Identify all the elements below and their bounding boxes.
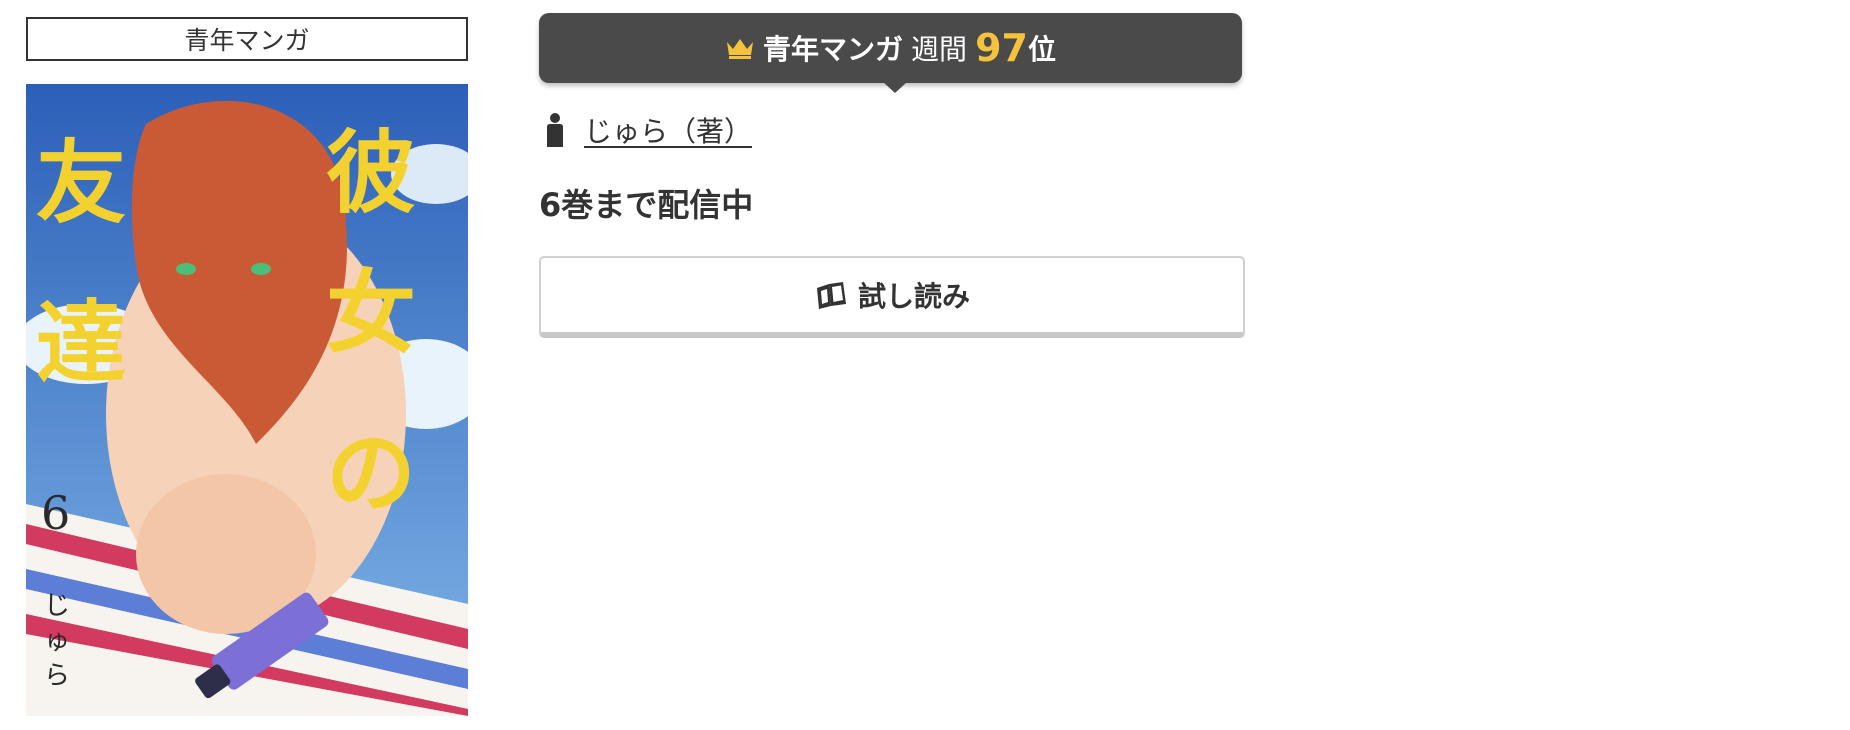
svg-text:彼: 彼 xyxy=(326,121,416,226)
book-cover-image[interactable]: 彼 女 の 友 達 6 じ ゅ ら xyxy=(26,84,468,716)
ranking-period: 週間 xyxy=(911,33,968,66)
trial-read-label: 試し読み xyxy=(857,280,970,313)
svg-text:6: 6 xyxy=(41,486,70,540)
availability-text: 6巻まで配信中 xyxy=(539,186,754,224)
ranking-suffix: 位 xyxy=(1027,33,1056,66)
svg-text:ゅ: ゅ xyxy=(44,626,70,656)
author-link[interactable]: じゅら（著） xyxy=(584,110,752,150)
svg-text:の: の xyxy=(326,421,416,526)
genre-label: 青年マンガ xyxy=(26,17,468,61)
svg-text:友: 友 xyxy=(36,131,126,236)
trial-read-button[interactable]: 試し読み xyxy=(539,256,1245,338)
ranking-number: 97 xyxy=(975,26,1028,70)
book-detail: 青年マンガ 彼 女 の 友 達 6 じ ゅ ら 青年マンガ 週間 97 位 じゅ… xyxy=(0,0,1850,730)
ranking-banner: 青年マンガ 週間 97 位 xyxy=(539,13,1242,93)
svg-text:達: 達 xyxy=(36,291,126,396)
svg-text:ら: ら xyxy=(44,661,70,691)
svg-text:じ: じ xyxy=(44,591,70,621)
crown-icon xyxy=(727,39,754,59)
svg-text:女: 女 xyxy=(326,261,416,366)
author-row: じゅら（著） xyxy=(544,110,752,150)
ranking-genre: 青年マンガ xyxy=(763,33,904,66)
book-icon xyxy=(816,282,846,309)
person-icon xyxy=(547,113,563,147)
